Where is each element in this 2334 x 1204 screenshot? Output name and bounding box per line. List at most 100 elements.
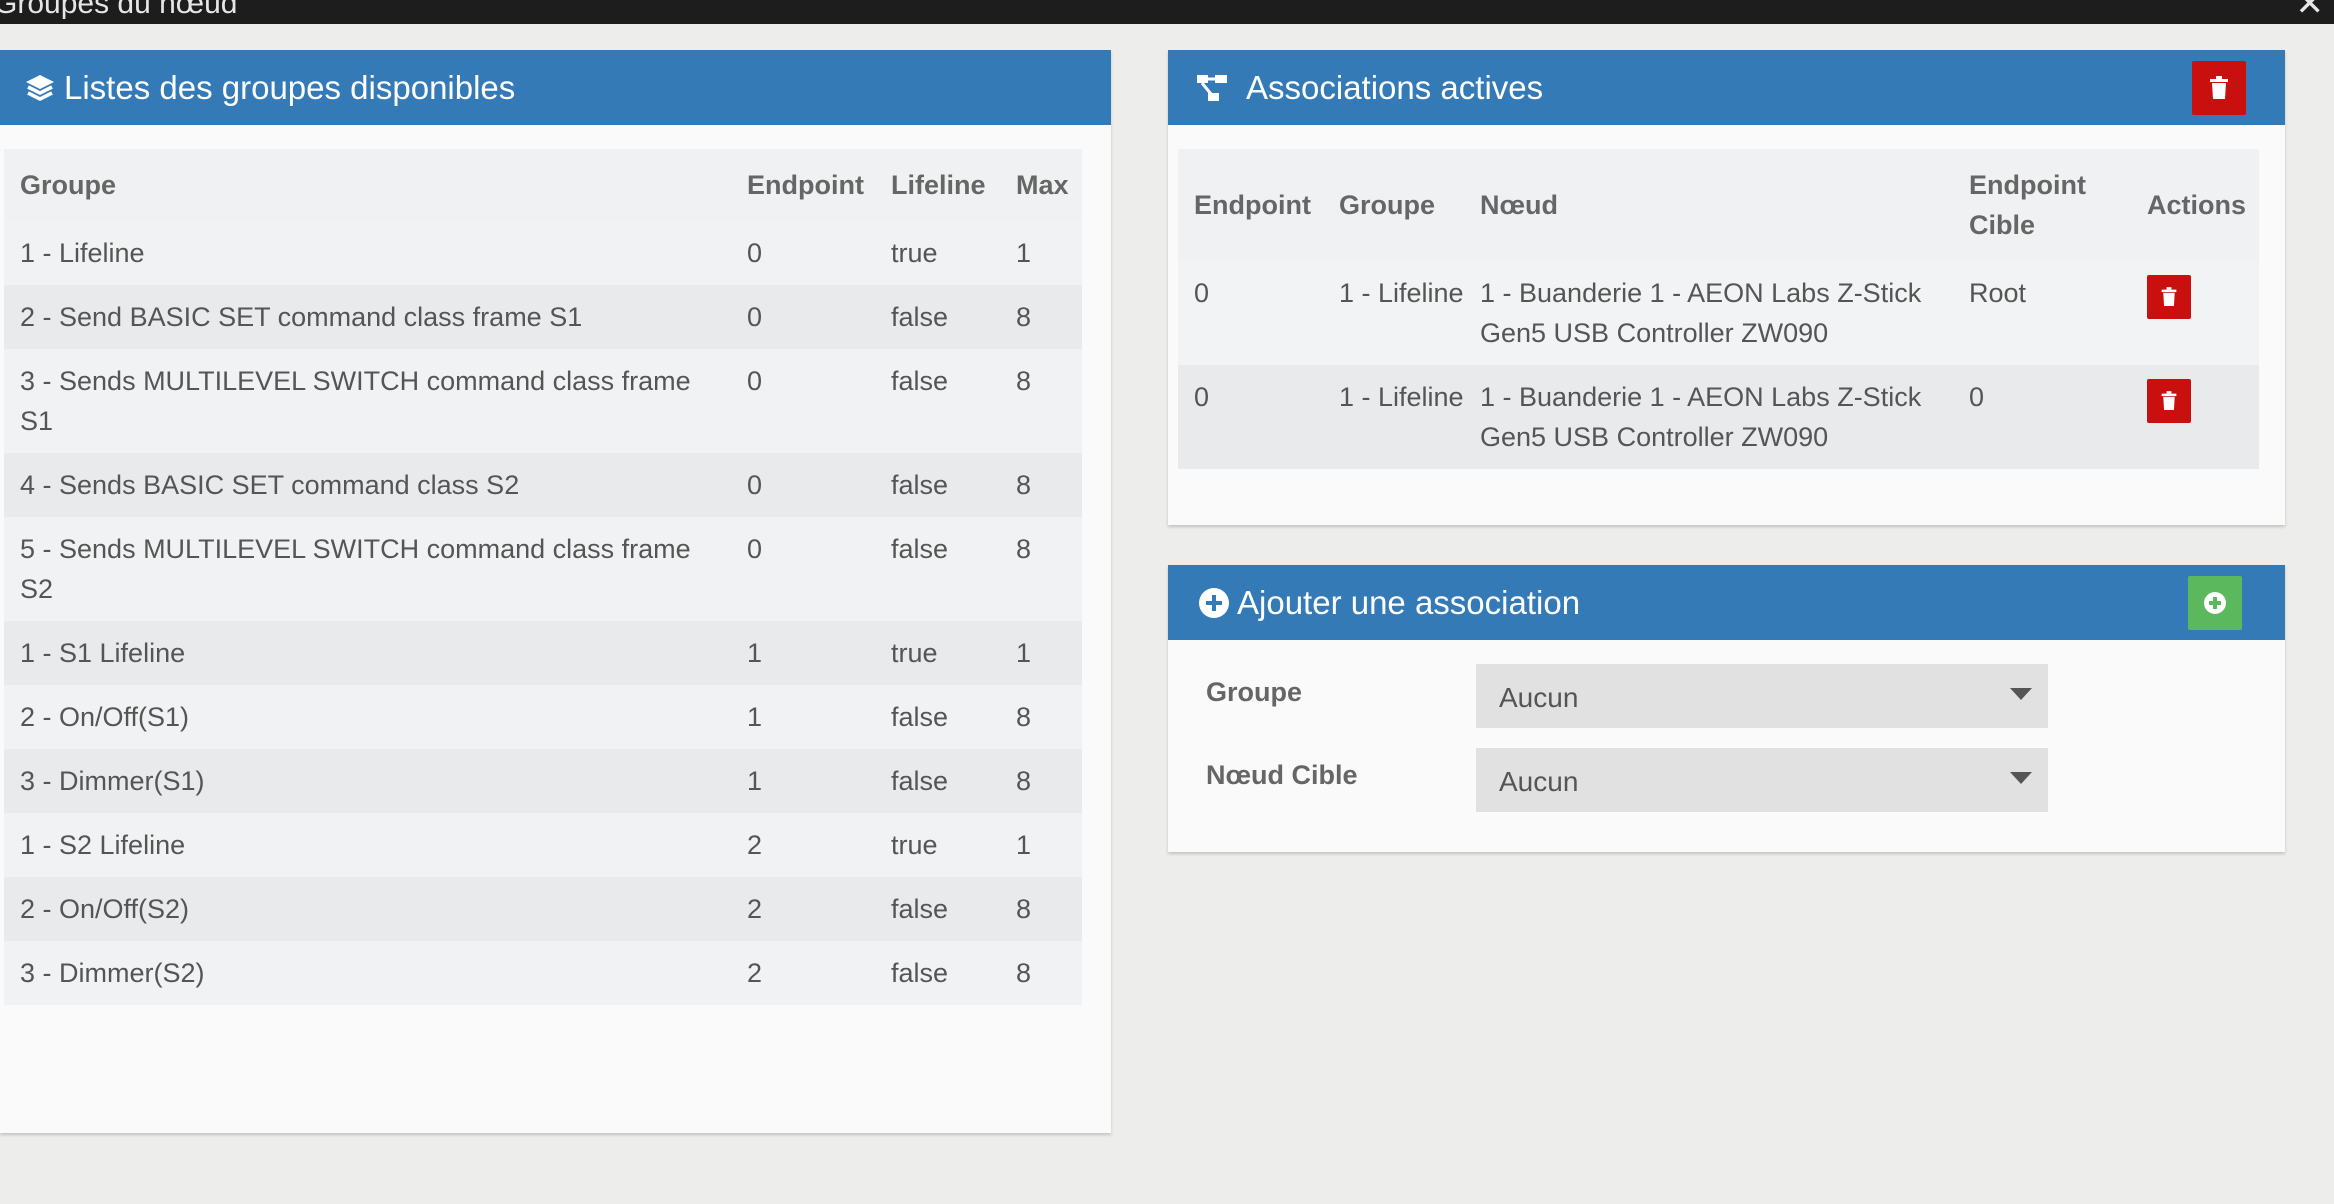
table-cell: 5 - Sends MULTILEVEL SWITCH command clas…: [4, 517, 731, 621]
table-cell: 8: [1000, 517, 1082, 621]
actions-cell: [2131, 261, 2259, 365]
table-row: 3 - Dimmer(S1) 1 false 8: [4, 749, 1082, 813]
table-cell: 1 - S1 Lifeline: [4, 621, 731, 685]
delete-association-button[interactable]: [2147, 379, 2191, 423]
table-cell: 0: [1953, 365, 2131, 469]
table-cell: 2 - On/Off(S2): [4, 877, 731, 941]
table-cell: 0: [731, 285, 875, 349]
table-cell: true: [875, 813, 1000, 877]
add-association-panel-title: Ajouter une association: [1237, 584, 1581, 621]
table-cell: false: [875, 285, 1000, 349]
groups-panel: Listes des groupes disponibles Groupe En…: [0, 50, 1111, 1133]
column-header: Endpoint: [1178, 149, 1323, 261]
table-cell: 3 - Dimmer(S1): [4, 749, 731, 813]
plus-circle-icon: [1199, 588, 1229, 618]
table-cell: 1 - Buanderie 1 - AEON Labs Z-Stick Gen5…: [1464, 261, 1953, 365]
table-row: 3 - Sends MULTILEVEL SWITCH command clas…: [4, 349, 1082, 453]
trash-icon: [2161, 391, 2177, 410]
table-cell: 8: [1000, 749, 1082, 813]
table-cell: 4 - Sends BASIC SET command class S2: [4, 453, 731, 517]
column-header: Lifeline: [891, 170, 986, 200]
table-cell: 1 - Lifeline: [1323, 365, 1464, 469]
column-header: Endpoint Cible: [1953, 149, 2131, 261]
associations-panel-header: Associations actives: [1168, 50, 2285, 125]
table-cell: false: [875, 517, 1000, 621]
associations-table: Endpoint Groupe Nœud Endpoint Cible Acti…: [1178, 149, 2259, 469]
table-row: 2 - Send BASIC SET command class frame S…: [4, 285, 1082, 349]
target-node-select-value: Aucun: [1499, 766, 1579, 797]
table-cell: false: [875, 685, 1000, 749]
table-row: 1 - Lifeline 0 true 1: [4, 221, 1082, 285]
table-cell: false: [875, 941, 1000, 1005]
target-node-label: Nœud Cible: [1206, 760, 1358, 790]
table-row: 4 - Sends BASIC SET command class S2 0 fal…: [4, 453, 1082, 517]
groups-panel-header: Listes des groupes disponibles: [0, 50, 1111, 125]
plus-circle-icon: [2204, 592, 2226, 614]
groups-table: Groupe Endpoint Lifeline Max 1 - Lifelin…: [4, 149, 1082, 1005]
table-cell: 1: [1000, 621, 1082, 685]
table-cell: false: [875, 749, 1000, 813]
table-cell: 1 - S2 Lifeline: [4, 813, 731, 877]
table-cell: 0: [731, 349, 875, 453]
table-row: 01 - Lifeline 1 - Buanderie 1 - AEON Labs…: [1178, 365, 2259, 469]
group-label: Groupe: [1206, 677, 1303, 707]
groups-table-header: Groupe Endpoint Lifeline Max: [4, 149, 1082, 221]
table-cell: 0: [1178, 365, 1323, 469]
trash-icon: [2210, 76, 2228, 99]
add-association-panel: Ajouter une association Groupe Aucun Nœu…: [1168, 565, 2285, 852]
caret-down-icon: [2010, 688, 2032, 700]
table-row: 3 - Dimmer(S2) 2 false 8: [4, 941, 1082, 1005]
target-node-select[interactable]: Aucun: [1476, 748, 2048, 812]
column-header: Max: [1016, 170, 1069, 200]
table-cell: false: [875, 349, 1000, 453]
delete-all-associations-button[interactable]: [2192, 61, 2246, 115]
column-header: Groupe: [1323, 149, 1464, 261]
delete-association-button[interactable]: [2147, 275, 2191, 319]
add-association-panel-header: Ajouter une association: [1168, 565, 2285, 640]
table-cell: 8: [1000, 285, 1082, 349]
column-header: Endpoint: [747, 170, 864, 200]
associations-panel-title: Associations actives: [1246, 69, 1544, 106]
table-cell: 3 - Sends MULTILEVEL SWITCH command clas…: [4, 349, 731, 453]
table-cell: 3 - Dimmer(S2): [4, 941, 731, 1005]
table-cell: 2: [731, 877, 875, 941]
group-select[interactable]: Aucun: [1476, 664, 2048, 728]
trash-icon: [2161, 287, 2177, 306]
table-cell: 1: [1000, 221, 1082, 285]
group-select-value: Aucun: [1499, 682, 1579, 713]
table-cell: 0: [731, 453, 875, 517]
table-cell: 2 - Send BASIC SET command class frame S…: [4, 285, 731, 349]
column-header: Actions: [2131, 149, 2259, 261]
table-cell: 8: [1000, 685, 1082, 749]
close-icon[interactable]: ✕: [2296, 0, 2325, 24]
table-cell: 1: [1000, 813, 1082, 877]
table-cell: 0: [731, 517, 875, 621]
actions-cell: [2131, 365, 2259, 469]
table-cell: 8: [1000, 349, 1082, 453]
caret-down-icon: [2010, 772, 2032, 784]
table-row: 2 - On/Off(S1) 1 false 8: [4, 685, 1082, 749]
table-cell: false: [875, 877, 1000, 941]
table-cell: 2: [731, 941, 875, 1005]
table-row: 01 - Lifeline 1 - Buanderie 1 - AEON Labs…: [1178, 261, 2259, 365]
groups-panel-title: Listes des groupes disponibles: [64, 69, 516, 106]
table-cell: 1 - Lifeline: [4, 221, 731, 285]
modal-title: Groupes du nœud: [0, 0, 238, 20]
modal-titlebar: Groupes du nœud ✕: [0, 0, 2334, 24]
table-row: 1 - S1 Lifeline 1 true 1: [4, 621, 1082, 685]
column-header: Nœud: [1464, 149, 1953, 261]
table-row: 1 - S2 Lifeline 2 true 1: [4, 813, 1082, 877]
table-row: 2 - On/Off(S2) 2 false 8: [4, 877, 1082, 941]
table-cell: 1: [731, 621, 875, 685]
table-cell: true: [875, 621, 1000, 685]
table-cell: 2: [731, 813, 875, 877]
table-row: 5 - Sends MULTILEVEL SWITCH command clas…: [4, 517, 1082, 621]
table-cell: 1 - Lifeline: [1323, 261, 1464, 365]
table-cell: 2 - On/Off(S1): [4, 685, 731, 749]
table-cell: 1: [731, 749, 875, 813]
layers-icon: [26, 75, 54, 101]
add-association-button[interactable]: [2188, 576, 2242, 630]
associations-table-header: Endpoint Groupe Nœud Endpoint Cible Acti…: [1178, 149, 2259, 261]
table-cell: true: [875, 221, 1000, 285]
table-cell: 1: [731, 685, 875, 749]
